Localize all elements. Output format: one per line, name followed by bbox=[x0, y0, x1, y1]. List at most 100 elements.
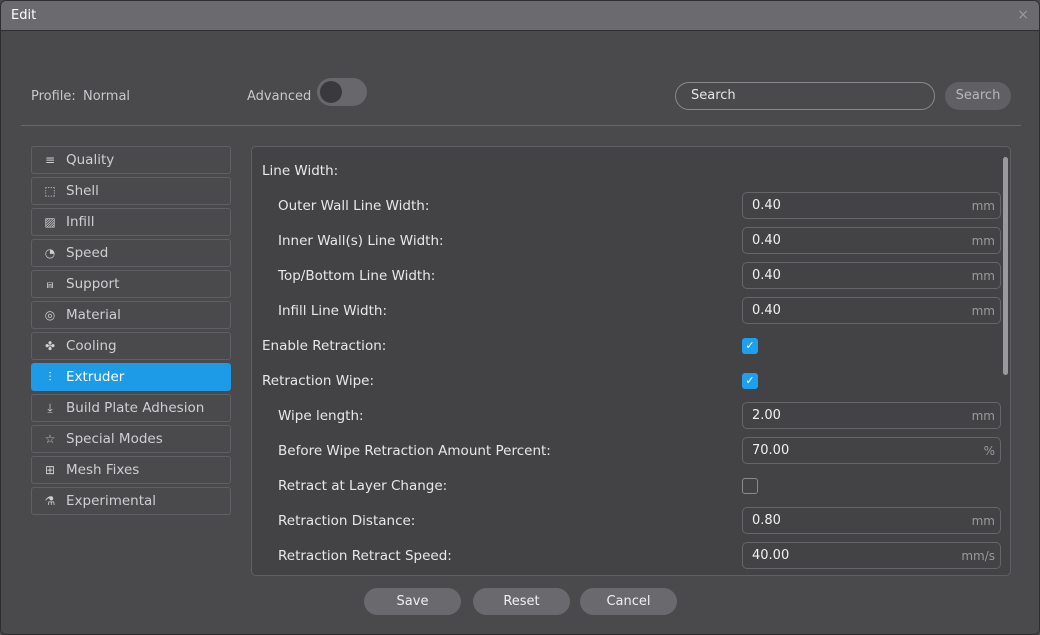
search-button[interactable]: Search bbox=[945, 82, 1011, 110]
setting-row: Line Width: bbox=[252, 153, 992, 188]
setting-input[interactable]: 0.40 mm bbox=[742, 192, 1001, 219]
divider bbox=[21, 125, 1021, 126]
window-title: Edit bbox=[11, 8, 37, 23]
cooling-icon: ✤ bbox=[44, 339, 56, 353]
sidebar-item-label: Build Plate Adhesion bbox=[66, 400, 205, 416]
setting-value: 2.00 bbox=[752, 408, 781, 423]
setting-input[interactable]: 0.40 mm bbox=[742, 227, 1001, 254]
setting-label: Outer Wall Line Width: bbox=[278, 197, 430, 214]
sidebar-item-extruder[interactable]: ⫶ Extruder bbox=[31, 363, 231, 391]
setting-row: Enable Retraction: ✓ bbox=[252, 328, 992, 363]
setting-checkbox[interactable]: ✓ bbox=[742, 372, 758, 389]
setting-value: 0.40 bbox=[752, 303, 781, 318]
setting-label: Retraction Wipe: bbox=[262, 372, 374, 389]
setting-label: Line Width: bbox=[262, 162, 339, 179]
setting-label: Retract at Layer Change: bbox=[278, 477, 448, 494]
scrollbar[interactable] bbox=[1003, 157, 1008, 375]
setting-input[interactable]: 2.00 mm bbox=[742, 402, 1001, 429]
setting-input[interactable]: 0.40 mm bbox=[742, 297, 1001, 324]
toggle-knob bbox=[320, 81, 342, 103]
sidebar-item-label: Special Modes bbox=[66, 431, 163, 447]
sidebar-item-label: Experimental bbox=[66, 493, 157, 509]
setting-unit: mm/s bbox=[961, 548, 995, 563]
setting-row: Infill Line Width: 0.40 mm bbox=[252, 293, 1001, 328]
sidebar-item-experimental[interactable]: ⚗ Experimental bbox=[31, 487, 231, 515]
sidebar-item-label: Cooling bbox=[66, 338, 117, 354]
mesh-fixes-icon: ⊞ bbox=[44, 463, 56, 477]
sidebar-item-special-modes[interactable]: ☆ Special Modes bbox=[31, 425, 231, 453]
sidebar-item-build-plate-adhesion[interactable]: ⤓ Build Plate Adhesion bbox=[31, 394, 231, 422]
setting-value: 40.00 bbox=[752, 548, 790, 563]
material-icon: ◎ bbox=[44, 308, 56, 322]
setting-unit: mm bbox=[971, 198, 995, 213]
setting-row: Retraction Distance: 0.80 mm bbox=[252, 503, 1001, 538]
setting-label: Enable Retraction: bbox=[262, 337, 387, 354]
setting-unit: mm bbox=[971, 268, 995, 283]
settings-panel: Line Width: Outer Wall Line Width: 0.40 mm I… bbox=[251, 146, 1011, 576]
profile-label: Profile: bbox=[31, 89, 76, 104]
sidebar-item-label: Extruder bbox=[66, 369, 125, 385]
category-sidebar: ≡ Quality ⬚ Shell ▨ Infill ◔ Speed ⩎ Support ◎ Mate… bbox=[31, 146, 231, 518]
sidebar-item-mesh-fixes[interactable]: ⊞ Mesh Fixes bbox=[31, 456, 231, 484]
setting-label: Inner Wall(s) Line Width: bbox=[278, 232, 444, 249]
save-button[interactable]: Save bbox=[364, 588, 461, 615]
setting-label: Top/Bottom Line Width: bbox=[278, 267, 436, 284]
setting-input[interactable]: 0.40 mm bbox=[742, 262, 1001, 289]
setting-label: Retraction Distance: bbox=[278, 512, 416, 529]
infill-icon: ▨ bbox=[44, 215, 56, 229]
setting-input[interactable]: 70.00% bbox=[742, 437, 1001, 464]
setting-value: 70.00 bbox=[752, 443, 790, 458]
sidebar-item-label: Mesh Fixes bbox=[66, 462, 140, 478]
setting-unit: mm bbox=[971, 303, 995, 318]
sidebar-item-speed[interactable]: ◔ Speed bbox=[31, 239, 231, 267]
sidebar-item-label: Material bbox=[66, 307, 121, 323]
sidebar-item-label: Infill bbox=[66, 214, 95, 230]
setting-row: Retract at Layer Change: bbox=[252, 468, 992, 503]
sidebar-item-support[interactable]: ⩎ Support bbox=[31, 270, 231, 298]
setting-row: Before Wipe Retraction Amount Percent: 70… bbox=[252, 433, 1001, 468]
setting-checkbox[interactable] bbox=[742, 477, 758, 494]
setting-checkbox[interactable]: ✓ bbox=[742, 337, 758, 354]
setting-label: Wipe length: bbox=[278, 407, 364, 424]
edit-dialog: Edit × Profile: Normal Advanced Search S… bbox=[0, 0, 1040, 635]
setting-unit: mm bbox=[971, 513, 995, 528]
sidebar-item-label: Support bbox=[66, 276, 120, 292]
setting-input[interactable]: 40.00 mm/s bbox=[742, 542, 1001, 569]
setting-row: Wipe length: 2.00 mm bbox=[252, 398, 1001, 433]
sidebar-item-shell[interactable]: ⬚ Shell bbox=[31, 177, 231, 205]
sidebar-item-label: Shell bbox=[66, 183, 99, 199]
setting-label: Retraction Retract Speed: bbox=[278, 547, 452, 564]
special-modes-icon: ☆ bbox=[44, 432, 56, 446]
shell-icon: ⬚ bbox=[44, 184, 56, 198]
cancel-button[interactable]: Cancel bbox=[580, 588, 677, 615]
support-icon: ⩎ bbox=[46, 276, 54, 291]
setting-row: Retraction Wipe: ✓ bbox=[252, 363, 992, 398]
setting-row: Top/Bottom Line Width: 0.40 mm bbox=[252, 258, 1001, 293]
reset-button[interactable]: Reset bbox=[473, 588, 570, 615]
sidebar-item-quality[interactable]: ≡ Quality bbox=[31, 146, 231, 174]
build-plate-adhesion-icon: ⤓ bbox=[47, 400, 53, 415]
search-input[interactable]: Search bbox=[675, 82, 935, 110]
sidebar-item-cooling[interactable]: ✤ Cooling bbox=[31, 332, 231, 360]
setting-unit: % bbox=[983, 443, 995, 458]
setting-unit: mm bbox=[971, 408, 995, 423]
advanced-toggle[interactable] bbox=[317, 78, 367, 106]
sidebar-item-infill[interactable]: ▨ Infill bbox=[31, 208, 231, 236]
setting-label: Before Wipe Retraction Amount Percent: bbox=[278, 442, 551, 459]
close-icon[interactable]: × bbox=[1017, 7, 1029, 23]
advanced-label: Advanced bbox=[247, 89, 312, 104]
speed-icon: ◔ bbox=[44, 246, 56, 260]
setting-row: Inner Wall(s) Line Width: 0.40 mm bbox=[252, 223, 1001, 258]
profile-value: Normal bbox=[83, 89, 131, 104]
extruder-icon: ⫶ bbox=[48, 369, 52, 384]
sidebar-item-material[interactable]: ◎ Material bbox=[31, 301, 231, 329]
setting-input[interactable]: 0.80 mm bbox=[742, 507, 1001, 534]
setting-unit: mm bbox=[971, 233, 995, 248]
setting-value: 0.40 bbox=[752, 233, 781, 248]
setting-row: Retraction Retract Speed: 40.00 mm/s bbox=[252, 538, 1001, 573]
setting-row: Outer Wall Line Width: 0.40 mm bbox=[252, 188, 1001, 223]
setting-value: 0.80 bbox=[752, 513, 781, 528]
sidebar-item-label: Speed bbox=[66, 245, 109, 261]
setting-value: 0.40 bbox=[752, 198, 781, 213]
experimental-icon: ⚗ bbox=[44, 494, 56, 508]
